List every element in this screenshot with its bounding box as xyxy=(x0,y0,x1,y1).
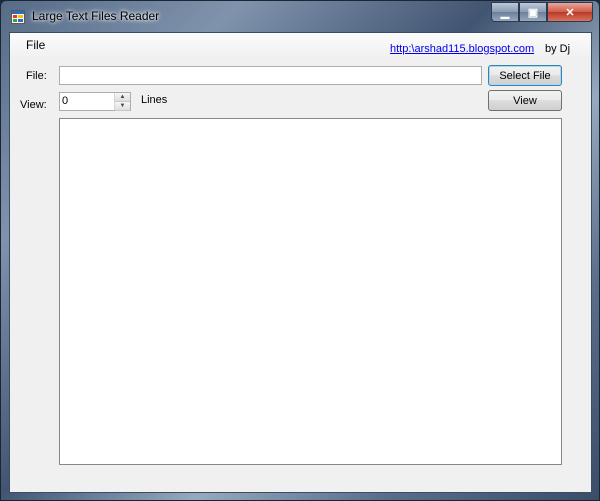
view-label: View: xyxy=(20,99,47,111)
stepper-down-icon[interactable]: ▼ xyxy=(115,102,130,111)
stepper-up-icon[interactable]: ▲ xyxy=(115,93,130,102)
view-button[interactable]: View xyxy=(488,90,562,111)
menu-file[interactable]: File xyxy=(20,38,51,52)
title-bar[interactable]: Large Text Files Reader ▁ ▣ ✕ xyxy=(1,1,599,33)
lines-stepper[interactable]: 0 ▲ ▼ xyxy=(59,92,131,111)
stepper-arrows: ▲ ▼ xyxy=(114,93,130,111)
close-icon: ✕ xyxy=(565,6,575,19)
maximize-button[interactable]: ▣ xyxy=(519,2,547,22)
close-button[interactable]: ✕ xyxy=(547,2,593,22)
author-label: by Dj xyxy=(545,43,571,55)
file-label: File: xyxy=(26,70,47,82)
menu-bar: File http:\arshad115.blogspot.com by Dj xyxy=(10,33,591,57)
select-file-button[interactable]: Select File xyxy=(488,65,562,86)
lines-value[interactable]: 0 xyxy=(62,95,68,107)
main-window: Large Text Files Reader ▁ ▣ ✕ File http:… xyxy=(0,0,600,501)
lines-label: Lines xyxy=(141,94,168,106)
app-icon xyxy=(11,10,25,24)
caption-buttons: ▁ ▣ ✕ xyxy=(491,2,593,22)
maximize-icon: ▣ xyxy=(527,6,539,19)
window-title: Large Text Files Reader xyxy=(32,9,160,23)
file-path-input[interactable] xyxy=(59,66,482,85)
minimize-button[interactable]: ▁ xyxy=(491,2,519,22)
minimize-icon: ▁ xyxy=(500,6,510,19)
file-content-area[interactable] xyxy=(59,118,562,465)
blog-link[interactable]: http:\arshad115.blogspot.com xyxy=(390,43,534,55)
client-area: File http:\arshad115.blogspot.com by Dj … xyxy=(9,32,592,493)
